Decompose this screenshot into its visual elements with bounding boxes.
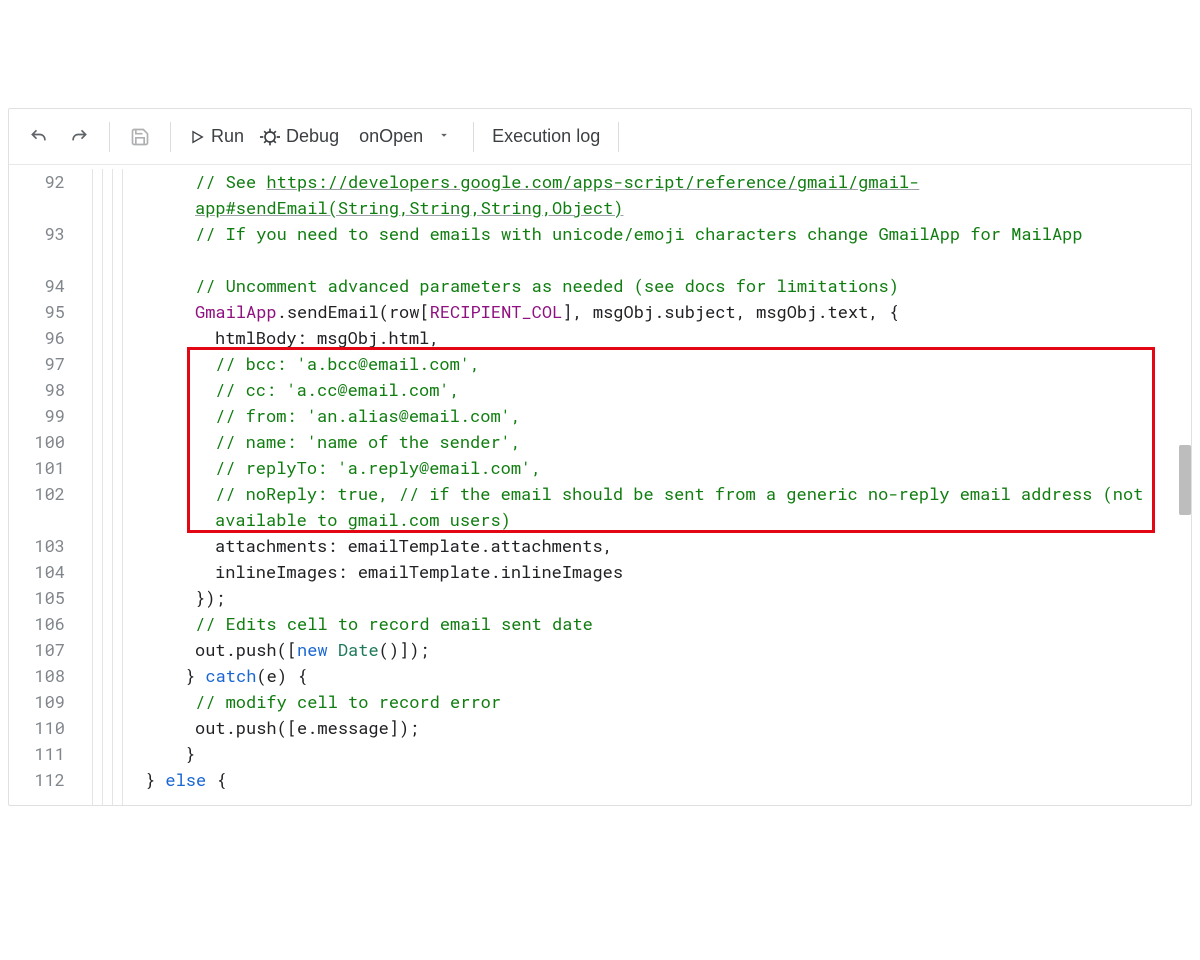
run-label: Run	[211, 126, 244, 147]
line-number: 103	[9, 533, 65, 559]
line-number: 110	[9, 715, 65, 741]
line-number: 99	[9, 403, 65, 429]
line-number: 104	[9, 559, 65, 585]
code-line[interactable]: inlineImages: emailTemplate.inlineImages	[79, 559, 1181, 585]
toolbar-separator	[170, 122, 171, 152]
code-content[interactable]: // See https://developers.google.com/app…	[79, 169, 1191, 805]
line-number: 108	[9, 663, 65, 689]
function-selector[interactable]: onOpen	[347, 117, 463, 157]
line-number: 101	[9, 455, 65, 481]
line-number: 96	[9, 325, 65, 351]
line-number: 107	[9, 637, 65, 663]
code-line[interactable]: } catch(e) {	[79, 663, 1181, 689]
line-number: 97	[9, 351, 65, 377]
line-number: 112	[9, 767, 65, 793]
code-line[interactable]: }	[79, 741, 1181, 767]
code-line[interactable]: // bcc: 'a.bcc@email.com',	[79, 351, 1181, 377]
save-icon	[130, 127, 150, 147]
line-number: 109	[9, 689, 65, 715]
line-number: 98	[9, 377, 65, 403]
play-icon	[189, 129, 205, 145]
code-line[interactable]: } else {	[79, 767, 1181, 793]
debug-icon	[260, 127, 280, 147]
line-number: 102	[9, 481, 65, 533]
redo-icon	[69, 127, 89, 147]
vertical-scrollbar[interactable]	[1177, 165, 1191, 805]
run-button[interactable]: Run	[181, 117, 252, 157]
code-line[interactable]: // name: 'name of the sender',	[79, 429, 1181, 455]
debug-button[interactable]: Debug	[252, 117, 347, 157]
code-line[interactable]: // modify cell to record error	[79, 689, 1181, 715]
code-line[interactable]: // cc: 'a.cc@email.com',	[79, 377, 1181, 403]
code-editor[interactable]: 92 93 94 95 96 97 98 99 100 101 102 103 …	[9, 165, 1191, 805]
code-line[interactable]: htmlBody: msgObj.html,	[79, 325, 1181, 351]
line-number: 106	[9, 611, 65, 637]
code-line[interactable]: out.push([new Date()]);	[79, 637, 1181, 663]
code-line[interactable]: // Uncomment advanced parameters as need…	[79, 273, 1181, 299]
editor-toolbar: Run Debug onOpen Execution log	[9, 109, 1191, 165]
code-line[interactable]: });	[79, 585, 1181, 611]
code-line[interactable]: // If you need to send emails with unico…	[79, 221, 1181, 273]
toolbar-separator	[109, 122, 110, 152]
function-name: onOpen	[359, 126, 423, 147]
execution-log-button[interactable]: Execution log	[484, 117, 608, 157]
code-line[interactable]: // replyTo: 'a.reply@email.com',	[79, 455, 1181, 481]
line-number: 93	[9, 221, 65, 273]
line-number: 92	[9, 169, 65, 221]
scrollbar-thumb[interactable]	[1179, 445, 1191, 515]
line-number: 95	[9, 299, 65, 325]
code-line[interactable]: GmailApp.sendEmail(row[RECIPIENT_COL], m…	[79, 299, 1181, 325]
line-number: 105	[9, 585, 65, 611]
save-button[interactable]	[120, 117, 160, 157]
code-line[interactable]: // from: 'an.alias@email.com',	[79, 403, 1181, 429]
code-line[interactable]: // Edits cell to record email sent date	[79, 611, 1181, 637]
code-line[interactable]: // noReply: true, // if the email should…	[79, 481, 1181, 533]
debug-label: Debug	[286, 126, 339, 147]
toolbar-separator	[618, 122, 619, 152]
code-line[interactable]: // See https://developers.google.com/app…	[79, 169, 1181, 221]
line-number: 100	[9, 429, 65, 455]
chevron-down-icon	[437, 126, 451, 147]
editor-window: Run Debug onOpen Execution log 92 93 94	[8, 108, 1192, 806]
toolbar-separator	[473, 122, 474, 152]
undo-icon	[29, 127, 49, 147]
code-line[interactable]: out.push([e.message]);	[79, 715, 1181, 741]
execution-log-label: Execution log	[492, 126, 600, 147]
redo-button[interactable]	[59, 117, 99, 157]
line-number: 94	[9, 273, 65, 299]
undo-button[interactable]	[19, 117, 59, 157]
line-number-gutter: 92 93 94 95 96 97 98 99 100 101 102 103 …	[9, 169, 79, 805]
line-number: 111	[9, 741, 65, 767]
code-line[interactable]: attachments: emailTemplate.attachments,	[79, 533, 1181, 559]
